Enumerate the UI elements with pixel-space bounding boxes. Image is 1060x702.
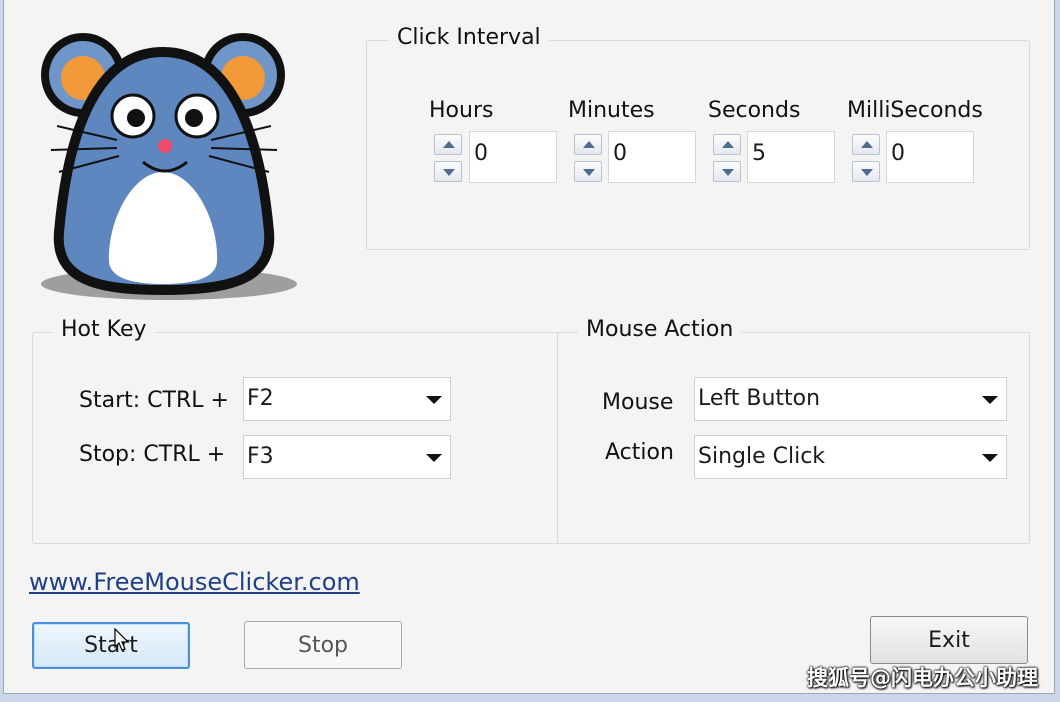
milliseconds-input[interactable]: 0 — [886, 131, 974, 183]
minutes-input[interactable]: 0 — [608, 131, 696, 183]
click-action-value: Single Click — [698, 444, 826, 469]
minutes-down-button[interactable] — [574, 161, 602, 182]
stop-hotkey-label: Stop: CTRL + — [79, 442, 226, 467]
website-link[interactable]: www.FreeMouseClicker.com — [29, 568, 360, 596]
mouse-mascot-icon — [41, 33, 297, 300]
arrow-down-icon — [583, 169, 595, 176]
hours-up-button[interactable] — [434, 134, 462, 155]
arrow-down-icon — [861, 169, 873, 176]
seconds-spinner — [713, 134, 743, 184]
milliseconds-spinner — [852, 134, 882, 184]
action-label: Action — [605, 440, 674, 465]
start-hotkey-select[interactable]: F2 — [243, 377, 451, 421]
arrow-up-icon — [443, 141, 455, 148]
hours-input[interactable]: 0 — [469, 131, 557, 183]
hours-label: Hours — [429, 98, 494, 123]
mouse-button-value: Left Button — [698, 386, 821, 411]
milliseconds-up-button[interactable] — [852, 134, 880, 155]
minutes-label: Minutes — [568, 98, 655, 123]
start-hotkey-value: F2 — [247, 386, 274, 411]
seconds-input[interactable]: 5 — [747, 131, 835, 183]
app-window: Click Interval Hours Minutes Seconds Mil… — [3, 0, 1055, 694]
hours-down-button[interactable] — [434, 161, 462, 182]
hot-key-title: Hot Key — [53, 317, 155, 342]
watermark-text: 搜狐号@闪电办公小助理 — [807, 666, 1038, 690]
chevron-down-icon — [426, 454, 442, 462]
arrow-down-icon — [722, 169, 734, 176]
stop-button[interactable]: Stop — [244, 621, 402, 669]
mouse-button-select[interactable]: Left Button — [694, 377, 1007, 421]
start-hotkey-label: Start: CTRL + — [79, 388, 229, 413]
mouse-cursor-icon — [114, 628, 130, 651]
arrow-up-icon — [583, 141, 595, 148]
minutes-spinner — [574, 134, 604, 184]
seconds-down-button[interactable] — [713, 161, 741, 182]
click-action-select[interactable]: Single Click — [694, 435, 1007, 479]
click-interval-title: Click Interval — [389, 25, 549, 50]
arrow-up-icon — [722, 141, 734, 148]
start-button[interactable]: Start — [32, 622, 190, 669]
mouse-action-title: Mouse Action — [578, 317, 742, 342]
exit-button[interactable]: Exit — [870, 616, 1028, 664]
chevron-down-icon — [982, 454, 998, 462]
mouse-label: Mouse — [602, 390, 674, 415]
milliseconds-down-button[interactable] — [852, 161, 880, 182]
chevron-down-icon — [982, 396, 998, 404]
stop-hotkey-select[interactable]: F3 — [243, 435, 451, 479]
arrow-up-icon — [861, 141, 873, 148]
hours-spinner — [434, 134, 464, 184]
seconds-label: Seconds — [708, 98, 801, 123]
milliseconds-label: MilliSeconds — [847, 98, 983, 123]
minutes-up-button[interactable] — [574, 134, 602, 155]
seconds-up-button[interactable] — [713, 134, 741, 155]
chevron-down-icon — [426, 396, 442, 404]
stop-hotkey-value: F3 — [247, 444, 274, 469]
arrow-down-icon — [443, 169, 455, 176]
